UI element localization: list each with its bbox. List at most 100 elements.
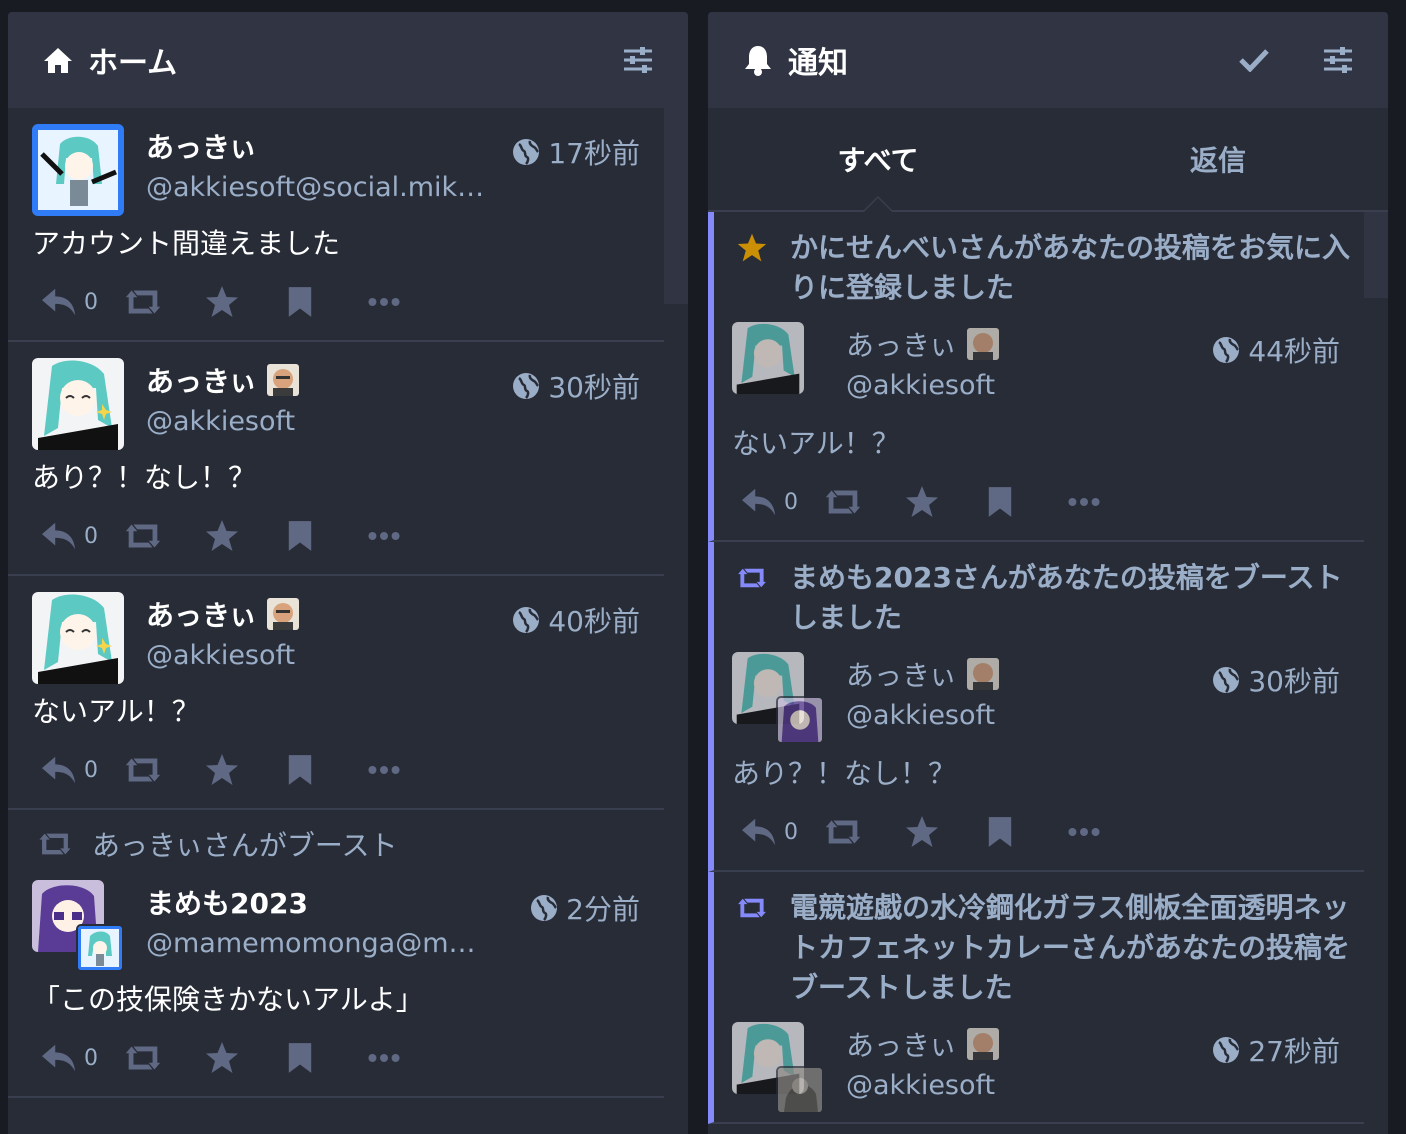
reply-button[interactable]: 0 (40, 1036, 122, 1080)
more-button[interactable] (1068, 810, 1150, 854)
notifications-scrollbar[interactable] (1364, 212, 1388, 298)
boost-button[interactable] (822, 480, 904, 524)
boost-prepend[interactable]: あっきぃさんがブースト (32, 822, 664, 866)
account-handle[interactable]: @akkiesoft (846, 700, 995, 731)
booster-avatar[interactable] (76, 924, 124, 972)
more-button[interactable] (368, 514, 450, 558)
display-name[interactable]: あっきぃ (846, 1024, 999, 1064)
bookmark-button[interactable] (286, 514, 368, 558)
notification-message[interactable]: 電競遊戯の水冷鋼化ガラス側板全面透明ネットカフェネットカレーさんがあなたの投稿を… (790, 888, 1350, 1008)
notifications-list: かにせんべいさんがあなたの投稿をお気に入りに登録しました あっきぃ @akkie… (708, 212, 1388, 1124)
favourite-button[interactable] (904, 480, 986, 524)
reply-button[interactable]: 0 (40, 514, 122, 558)
timestamp[interactable]: 30秒前 (512, 366, 640, 406)
notification-message[interactable]: まめも2023さんがあなたの投稿をブーストしました (790, 558, 1350, 638)
bookmark-icon (986, 815, 1014, 849)
reply-button[interactable]: 0 (40, 748, 122, 792)
favourite-button[interactable] (204, 514, 286, 558)
bell-icon (742, 44, 774, 76)
display-name[interactable]: まめも2023 (146, 882, 308, 922)
home-scrollbar[interactable] (664, 108, 688, 304)
reply-count: 0 (84, 1045, 98, 1071)
avatar[interactable] (732, 322, 804, 394)
reply-button[interactable]: 0 (40, 280, 122, 324)
avatar[interactable] (32, 592, 124, 684)
reply-button[interactable]: 0 (740, 810, 822, 854)
display-name[interactable]: あっきぃ (146, 594, 299, 634)
globe-icon (1212, 666, 1240, 694)
bookmark-button[interactable] (286, 1036, 368, 1080)
boost-button[interactable] (822, 810, 904, 854)
boost-button[interactable] (122, 1036, 204, 1080)
bookmark-button[interactable] (986, 480, 1068, 524)
more-button[interactable] (368, 1036, 450, 1080)
favourite-button[interactable] (204, 280, 286, 324)
account-handle[interactable]: @mamemomonga@mo… (146, 928, 486, 959)
ellipsis-icon (368, 764, 400, 776)
timestamp[interactable]: 44秒前 (1212, 330, 1340, 370)
boost-button[interactable] (122, 514, 204, 558)
avatar[interactable] (32, 124, 124, 216)
boost-button[interactable] (122, 748, 204, 792)
notification-message[interactable]: かにせんべいさんがあなたの投稿をお気に入りに登録しました (790, 228, 1350, 308)
more-button[interactable] (368, 748, 450, 792)
star-icon (204, 752, 240, 788)
column-settings-button[interactable] (1316, 38, 1360, 82)
status[interactable]: あっきぃ @akkiesoft 40秒前 ないアル！？ 0 (8, 576, 664, 810)
display-name[interactable]: あっきぃ (146, 126, 257, 166)
globe-icon (512, 372, 540, 400)
ellipsis-icon (368, 530, 400, 542)
reply-icon (40, 753, 78, 787)
reply-button[interactable]: 0 (740, 480, 822, 524)
timestamp[interactable]: 2分前 (530, 888, 640, 928)
timestamp[interactable]: 27秒前 (1212, 1030, 1340, 1070)
notification[interactable]: かにせんべいさんがあなたの投稿をお気に入りに登録しました あっきぃ @akkie… (708, 212, 1364, 542)
display-name[interactable]: あっきぃ (846, 654, 999, 694)
timestamp[interactable]: 30秒前 (1212, 660, 1340, 700)
home-column-header: ホーム (8, 12, 688, 108)
boost-icon (122, 287, 164, 317)
column-settings-button[interactable] (616, 38, 660, 82)
timestamp[interactable]: 40秒前 (512, 600, 640, 640)
mark-all-read-button[interactable] (1232, 38, 1276, 82)
home-timeline: あっきぃ @akkiesoft@social.mik… 17秒前 アカウント間違… (8, 108, 688, 1098)
custom-emoji (266, 598, 299, 630)
more-button[interactable] (1068, 480, 1150, 524)
boost-icon (36, 831, 74, 857)
booster-avatar[interactable] (776, 1066, 824, 1114)
account-handle[interactable]: @akkiesoft (146, 406, 295, 437)
status[interactable]: あっきぃ @akkiesoft 30秒前 あり？！なし！？ 0 (8, 342, 664, 576)
ellipsis-icon (368, 1052, 400, 1064)
tab-all[interactable]: すべて (708, 108, 1048, 210)
notifications-column: 通知 すべて 返信 かにせんべいさんがあなたの投稿をお気に入りに登録しました あ… (708, 12, 1388, 1134)
favourite-button[interactable] (204, 748, 286, 792)
account-handle[interactable]: @akkiesoft@social.mik… (146, 172, 484, 203)
tab-mentions[interactable]: 返信 (1048, 108, 1388, 210)
favourite-button[interactable] (904, 810, 986, 854)
globe-icon (1212, 1036, 1240, 1064)
favourite-button[interactable] (204, 1036, 286, 1080)
avatar[interactable] (32, 358, 124, 450)
boost-button[interactable] (122, 280, 204, 324)
notifications-column-title: 通知 (788, 46, 848, 81)
display-name[interactable]: あっきぃ (146, 360, 299, 400)
star-icon (904, 814, 940, 850)
booster-avatar[interactable] (776, 696, 824, 744)
notification[interactable]: まめも2023さんがあなたの投稿をブーストしました あっきぃ @akkiesof… (708, 542, 1364, 872)
account-handle[interactable]: @akkiesoft (846, 1070, 995, 1101)
custom-emoji (966, 1028, 999, 1060)
star-icon (204, 518, 240, 554)
bookmark-button[interactable] (986, 810, 1068, 854)
sliders-icon (624, 47, 652, 73)
custom-emoji (966, 658, 999, 690)
timestamp[interactable]: 17秒前 (512, 132, 640, 172)
bookmark-button[interactable] (286, 748, 368, 792)
status[interactable]: あっきぃ @akkiesoft@social.mik… 17秒前 アカウント間違… (8, 108, 664, 342)
status[interactable]: あっきぃさんがブースト まめも2023 @mamemomonga@mo… 2分前… (8, 810, 664, 1098)
bookmark-button[interactable] (286, 280, 368, 324)
notification[interactable]: 電競遊戯の水冷鋼化ガラス側板全面透明ネットカフェネットカレーさんがあなたの投稿を… (708, 872, 1364, 1124)
display-name[interactable]: あっきぃ (846, 324, 999, 364)
account-handle[interactable]: @akkiesoft (846, 370, 995, 401)
account-handle[interactable]: @akkiesoft (146, 640, 295, 671)
more-button[interactable] (368, 280, 450, 324)
